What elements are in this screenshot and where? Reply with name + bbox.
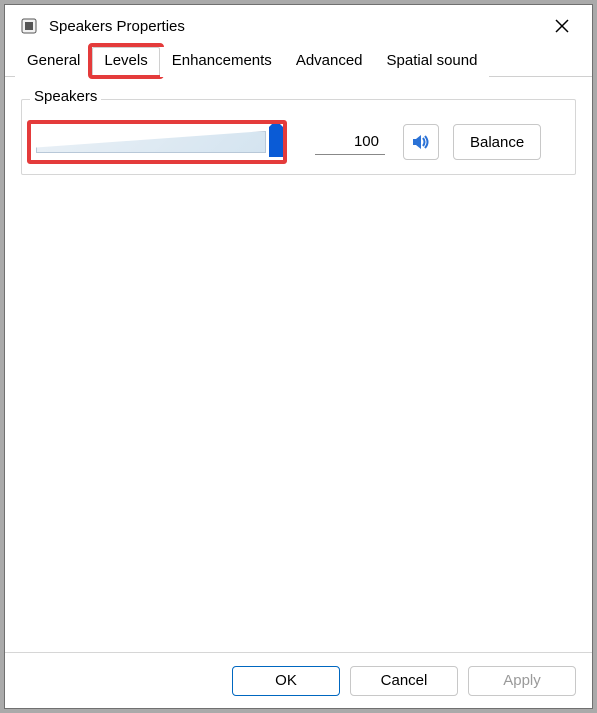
volume-slider[interactable] <box>32 124 287 160</box>
cancel-button[interactable]: Cancel <box>350 666 458 696</box>
dialog-buttons: OK Cancel Apply <box>5 652 592 708</box>
slider-thumb[interactable] <box>269 127 283 157</box>
slider-track <box>36 131 266 153</box>
titlebar: Speakers Properties <box>5 5 592 47</box>
ok-button[interactable]: OK <box>232 666 340 696</box>
mute-button[interactable] <box>403 124 439 160</box>
tab-advanced[interactable]: Advanced <box>284 47 375 77</box>
dialog-window: Speakers Properties General Levels Enhan… <box>4 4 593 709</box>
speaker-icon <box>410 131 432 153</box>
window-icon <box>19 16 39 36</box>
volume-value[interactable]: 100 <box>315 129 385 155</box>
close-button[interactable] <box>542 10 582 42</box>
tab-general[interactable]: General <box>15 47 92 77</box>
balance-button[interactable]: Balance <box>453 124 541 160</box>
group-label: Speakers <box>30 88 101 105</box>
close-icon <box>555 19 569 33</box>
tab-content: Speakers 100 Balance <box>5 77 592 652</box>
slider-row: 100 Balance <box>32 124 565 160</box>
apply-button[interactable]: Apply <box>468 666 576 696</box>
tab-bar: General Levels Enhancements Advanced Spa… <box>5 47 592 77</box>
tab-spatial[interactable]: Spatial sound <box>375 47 490 77</box>
speakers-group: Speakers 100 Balance <box>21 99 576 175</box>
tab-levels[interactable]: Levels <box>92 47 159 77</box>
window-title: Speakers Properties <box>49 18 542 35</box>
tab-levels-label: Levels <box>104 52 147 69</box>
tab-enhancements[interactable]: Enhancements <box>160 47 284 77</box>
